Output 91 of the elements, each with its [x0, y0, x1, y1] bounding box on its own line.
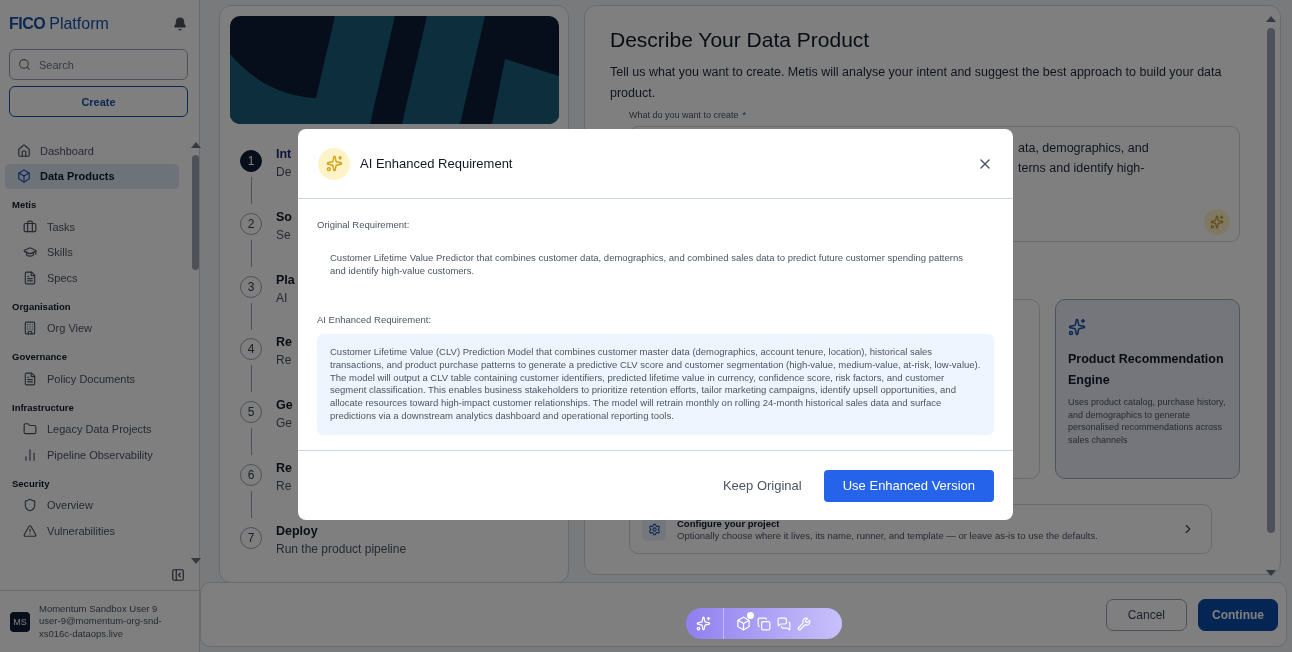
nav-item[interactable]: Pipeline Observability [5, 442, 179, 468]
nav-item[interactable]: Dashboard [5, 138, 179, 164]
scroll-down-icon[interactable] [1266, 570, 1276, 576]
user-email: user-9@momentum-org-snd-xs016c-dataops.live [39, 615, 163, 641]
search-field[interactable]: Search [9, 49, 188, 80]
nav-icon [17, 169, 31, 184]
nav-icon [23, 523, 37, 538]
step-title[interactable]: Pla [276, 272, 295, 287]
section-label: Original Requirement: [317, 219, 411, 230]
chat-icon[interactable] [777, 616, 791, 631]
required-mark: * [742, 110, 747, 120]
step-number: 5 [240, 401, 262, 424]
nav-item[interactable]: Policy Documents [5, 366, 179, 392]
field-label: What do you want to create [629, 110, 739, 120]
keep-original-button[interactable]: Keep Original [722, 469, 802, 502]
step-subtitle: De [276, 165, 292, 179]
scroll-up-icon[interactable] [191, 142, 201, 148]
step-title[interactable]: So [276, 209, 292, 224]
step-number: 7 [240, 526, 262, 549]
sparkles-icon [318, 147, 350, 180]
create-button[interactable]: Create [9, 86, 188, 117]
step-title[interactable]: Int [276, 147, 292, 161]
enhanced-requirement: Customer Lifetime Value (CLV) Prediction Model that combines customer master data (demographics, account tenure, location), historical sales transactions, and product purchase patterns to generate a predictive CLV score and customer segmentation (high-value, medium-value, at-risk, low-value). The model will output a CLV table containing customer identifiers, predicted lifetime value in currency, confidence score, risk factors, and customer segment classification. This enables business stakeholders to prioritize retention efforts, tailor marketing campaigns, identify upsell opportunities, and allocate resources toward high-impact customer relationships. The model will retrain monthly on rolling 24-month historical sales data and surface predictions via a downstream analytics dashboard and operational reporting tools. [317, 334, 994, 435]
search-icon [18, 58, 31, 71]
user-name: Momentum Sandbox User 9 [39, 602, 159, 616]
section-heading: Governance [11, 350, 68, 364]
step-number: 3 [240, 275, 262, 298]
section-heading: Security [11, 476, 51, 491]
sparkles-icon [1210, 215, 1224, 229]
step-title[interactable]: Deploy [276, 523, 407, 538]
step-subtitle: Re [276, 479, 292, 493]
cancel-button[interactable]: Cancel [1105, 598, 1187, 631]
nav-item[interactable]: Overview [5, 492, 179, 518]
continue-button[interactable]: Continue [1198, 598, 1278, 631]
use-enhanced-button[interactable]: Use Enhanced Version [823, 469, 994, 502]
nav-icon [17, 143, 31, 158]
logo: FICO Platform [9, 15, 109, 33]
nav-icon [23, 270, 37, 285]
nav-item[interactable]: Vulnerabilities [5, 518, 179, 544]
section-heading: Metis [11, 198, 38, 212]
section-heading: Organisation [11, 299, 72, 314]
nav-icon [23, 219, 37, 234]
page-title: Describe Your Data Product [610, 28, 871, 52]
field-text: ata, demographics, and [1018, 140, 1150, 157]
step-number: 4 [240, 338, 262, 361]
card-title: Product Recommendation Engine [1068, 351, 1225, 389]
enhance-button[interactable] [1204, 209, 1230, 235]
sparkles-icon[interactable] [696, 616, 711, 631]
step-number: 6 [240, 464, 262, 486]
nav-item[interactable]: Skills [5, 239, 179, 265]
original-requirement: Customer Lifetime Value Predictor that combines customer data, demographics, and combined sales data to predict future customer spending patterns and identify high-value customers. [329, 251, 964, 277]
collapse-icon[interactable] [171, 568, 185, 582]
step-subtitle: Ge [276, 416, 293, 431]
copy-icon[interactable] [757, 616, 771, 631]
page-description: Tell us what you want to create. Metis will analyse your intent and suggest the best approach to build your data product. [610, 64, 1223, 102]
configure-title: Configure your project [677, 517, 781, 529]
scrollbar-thumb[interactable] [1267, 28, 1275, 533]
step-subtitle: Se [276, 227, 292, 242]
step-title[interactable]: Re [276, 335, 292, 350]
step-subtitle: Run the product pipeline [276, 541, 407, 556]
nav-icon [23, 422, 37, 437]
nav-item[interactable]: Org View [5, 315, 179, 341]
card-description: Uses product catalog, purchase history, and demographics to generate personalised recommendations across sales channels [1068, 396, 1227, 447]
step-number: 2 [240, 212, 262, 235]
option-card[interactable]: Product Recommendation Engine Uses product catalog, purchase history, and demographics to generate personalised recommendations across sales channels [1055, 299, 1240, 479]
bell-icon[interactable] [173, 17, 187, 31]
scroll-up-icon[interactable] [1266, 16, 1276, 22]
nav-item[interactable]: Tasks [5, 214, 179, 240]
user-avatar: MS [10, 611, 30, 632]
scroll-down-icon[interactable] [191, 558, 201, 564]
nav-icon [23, 321, 37, 336]
scrollbar-thumb[interactable] [192, 155, 199, 270]
configure-description: Optionally choose where it lives, its name, runner, and template — or leave as-is to use the defaults. [677, 529, 1099, 541]
step-title[interactable]: Ge [276, 398, 293, 413]
step-subtitle: Re [276, 353, 292, 368]
dialog-title: AI Enhanced Requirement [360, 156, 514, 171]
sparkles-icon [1068, 318, 1086, 336]
field-text: terns and identify high- [1018, 160, 1146, 177]
nav-icon [23, 447, 37, 462]
tools-icon[interactable] [797, 616, 811, 631]
nav-item[interactable]: Legacy Data Projects [5, 416, 179, 442]
step-title[interactable]: Re [276, 461, 292, 475]
section-heading: Infrastructure [11, 400, 75, 415]
nav-item[interactable]: Specs [5, 265, 179, 291]
nav-icon [23, 498, 37, 513]
nav-item[interactable]: Data Products [5, 163, 179, 189]
nav-icon [23, 371, 37, 386]
step-number: 1 [240, 150, 262, 172]
section-label: AI Enhanced Requirement: [317, 314, 433, 325]
step-subtitle: AI [276, 290, 289, 305]
nav-icon [23, 245, 37, 260]
